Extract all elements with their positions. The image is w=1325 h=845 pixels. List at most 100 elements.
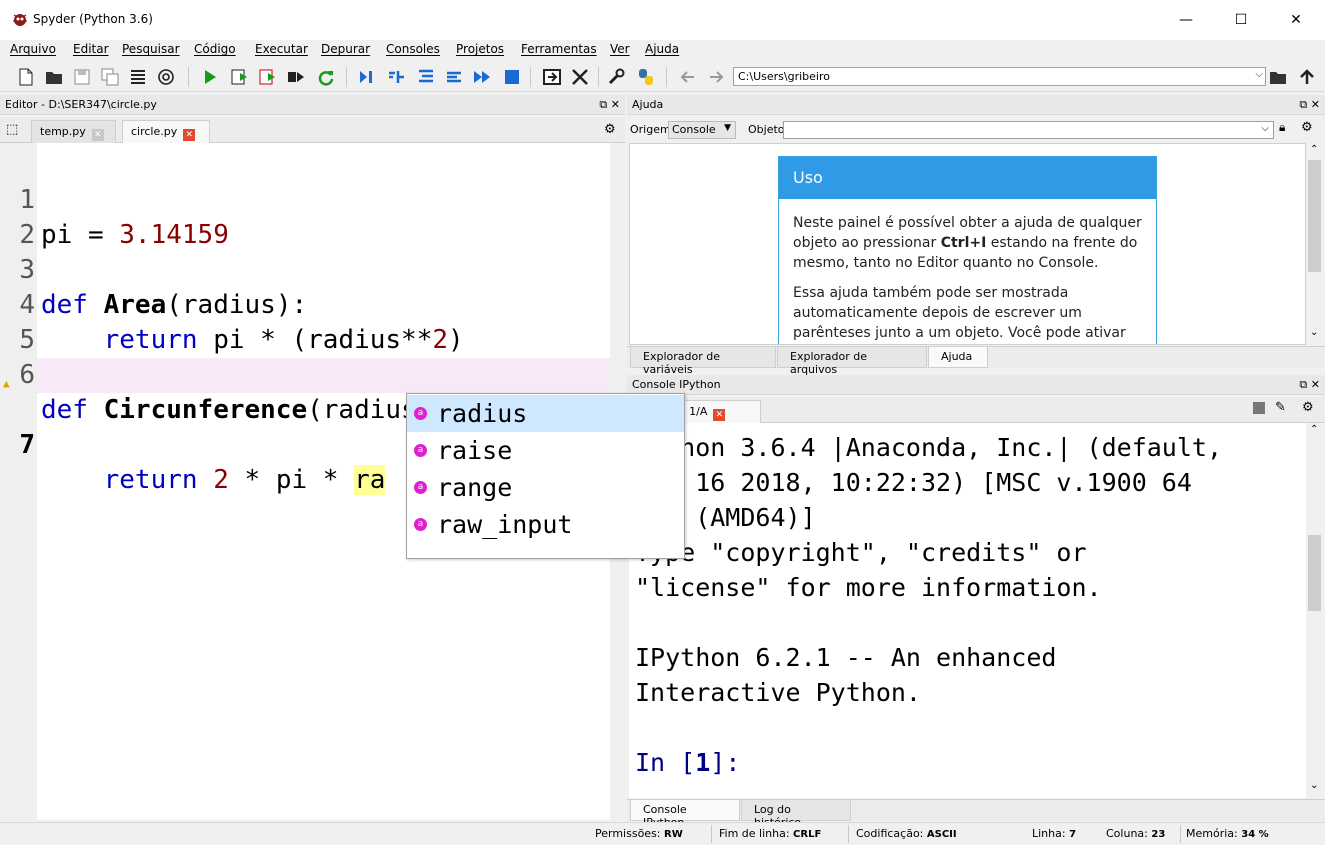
run-selection-icon[interactable]: [286, 67, 306, 87]
origin-select[interactable]: Console ▼: [668, 121, 736, 139]
console-panel-title: Console IPython ⧉ ✕: [627, 375, 1325, 395]
completion-item[interactable]: a radius: [407, 395, 684, 432]
scroll-down-icon[interactable]: ⌄: [1310, 780, 1318, 791]
spyder-logo-icon: [12, 12, 28, 28]
console-scroll-thumb[interactable]: [1308, 535, 1321, 611]
completion-item[interactable]: a raw_input: [407, 506, 684, 543]
completion-item[interactable]: a raise: [407, 432, 684, 469]
attribute-icon: a: [414, 518, 427, 531]
debug-icon[interactable]: [356, 67, 376, 87]
eraser-icon[interactable]: ✎: [1275, 400, 1286, 415]
console-prompt[interactable]: In [1]:: [635, 745, 740, 780]
help-undock-close-icon[interactable]: ⧉ ✕: [1299, 98, 1320, 112]
step-return-icon[interactable]: [444, 67, 464, 87]
tab-variable-explorer[interactable]: Explorador de variáveis: [630, 347, 776, 376]
spyder-window: Spyder (Python 3.6) — ☐ ✕ Arquivo Editar…: [0, 0, 1325, 845]
new-file-icon[interactable]: [16, 67, 36, 87]
run-cell-icon[interactable]: [230, 67, 250, 87]
attribute-icon: a: [414, 444, 427, 457]
gear-icon[interactable]: ⚙: [1301, 120, 1313, 135]
menu-consoles[interactable]: Consoles: [386, 42, 440, 56]
working-directory-combobox[interactable]: C:\Users\gribeiro ⌵: [733, 67, 1266, 86]
console-line: Type "copyright", "credits" or: [635, 538, 1087, 567]
code-line-6: 6 def Circunference(radius):: [19, 360, 449, 425]
open-file-icon[interactable]: [44, 67, 64, 87]
tab-file-explorer[interactable]: Explorador de arquivos: [777, 347, 927, 376]
code-line-4: 4 return pi * (radius**2): [19, 290, 464, 355]
ipython-console[interactable]: Python 3.6.4 |Anaconda, Inc.| (default, …: [629, 423, 1306, 798]
close-window-button[interactable]: ✕: [1276, 8, 1316, 32]
tab-help[interactable]: Ajuda: [928, 347, 988, 368]
code-line-7: ▲ 7 return 2 * pi * ra: [0, 358, 610, 495]
editor-undock-close-icon[interactable]: ⧉ ✕: [599, 98, 620, 112]
menu-arquivo[interactable]: Arquivo: [10, 42, 56, 56]
object-input[interactable]: ⌵: [783, 121, 1274, 139]
menu-editar[interactable]: Editar: [73, 42, 109, 56]
warning-icon[interactable]: ▲: [3, 366, 10, 401]
menu-ver[interactable]: Ver: [610, 42, 630, 56]
usage-paragraph-1: Neste painel é possível obter a ajuda de…: [793, 215, 1142, 271]
console-undock-close-icon[interactable]: ⧉ ✕: [1299, 378, 1320, 392]
console-scrollbar[interactable]: ⌃ ⌄: [1306, 423, 1323, 798]
status-bar: Permissões: RW Fim de linha: CRLF Codifi…: [0, 822, 1325, 845]
stop-icon[interactable]: [502, 67, 522, 87]
eol-status: Fim de linha: CRLF: [719, 827, 822, 840]
close-tab-icon[interactable]: ✕: [183, 129, 196, 141]
step-icon[interactable]: [386, 67, 406, 87]
lock-icon[interactable]: 🔒︎: [1279, 120, 1285, 135]
chevron-down-icon[interactable]: ⌵: [1261, 123, 1269, 134]
menu-executar[interactable]: Executar: [255, 42, 308, 56]
preferences-wrench-icon[interactable]: [606, 67, 626, 87]
step-into-icon[interactable]: [416, 67, 436, 87]
tab-temp-py[interactable]: temp.py ✕: [31, 120, 116, 143]
console-line: Jan 16 2018, 10:22:32) [MSC v.1900 64: [635, 468, 1192, 497]
help-panel-title: Ajuda ⧉ ✕: [627, 95, 1325, 115]
completion-item[interactable]: a range: [407, 469, 684, 506]
menu-depurar[interactable]: Depurar: [321, 42, 370, 56]
tab-console-ipython[interactable]: Console IPython: [630, 800, 740, 829]
continue-icon[interactable]: [472, 67, 492, 87]
run-icon[interactable]: [200, 67, 220, 87]
back-arrow-icon[interactable]: [678, 67, 698, 87]
maximize-pane-icon[interactable]: [542, 67, 562, 87]
menu-projetos[interactable]: Projetos: [456, 42, 504, 56]
scroll-up-icon[interactable]: ⌃: [1310, 424, 1318, 435]
save-all-icon[interactable]: [100, 67, 120, 87]
line-status: Linha: 7: [1032, 827, 1077, 840]
help-scroll-thumb[interactable]: [1308, 160, 1321, 272]
gear-icon[interactable]: ⚙: [604, 122, 616, 137]
tab-circle-py[interactable]: circle.py ✕: [122, 120, 210, 143]
fullscreen-icon[interactable]: [570, 67, 590, 87]
menu-bar: Arquivo Editar Pesquisar Código Executar…: [0, 40, 1325, 60]
chevron-down-icon[interactable]: ⌵: [1255, 69, 1263, 80]
python-path-icon[interactable]: [636, 67, 656, 87]
menu-pesquisar[interactable]: Pesquisar: [122, 42, 180, 56]
stop-console-icon[interactable]: [1253, 402, 1265, 414]
menu-ferramentas[interactable]: Ferramentas: [521, 42, 597, 56]
at-sign-icon[interactable]: [156, 67, 176, 87]
browse-tabs-icon[interactable]: ⬚: [6, 122, 18, 137]
column-status: Coluna: 23: [1106, 827, 1166, 840]
help-scrollbar[interactable]: ⌃ ⌄: [1306, 143, 1323, 345]
minimize-button[interactable]: —: [1166, 8, 1206, 32]
tab-history-log[interactable]: Log do histórico: [741, 800, 851, 829]
run-cell-advance-icon[interactable]: [258, 67, 278, 87]
save-icon[interactable]: [72, 67, 92, 87]
gear-icon[interactable]: ⚙: [1302, 400, 1314, 415]
working-directory-path: C:\Users\gribeiro: [738, 70, 830, 83]
menu-ajuda[interactable]: Ajuda: [645, 42, 679, 56]
parent-dir-arrow-icon[interactable]: [1297, 67, 1317, 87]
rerun-icon[interactable]: [316, 67, 336, 87]
scroll-down-icon[interactable]: ⌄: [1310, 327, 1318, 338]
close-tab-icon[interactable]: ✕: [91, 129, 104, 141]
menu-codigo[interactable]: Código: [194, 42, 236, 56]
list-icon[interactable]: [128, 67, 148, 87]
maximize-button[interactable]: ☐: [1221, 8, 1261, 32]
close-tab-icon[interactable]: ✕: [713, 409, 726, 421]
browse-folder-icon[interactable]: [1268, 67, 1288, 87]
forward-arrow-icon[interactable]: [706, 67, 726, 87]
scroll-up-icon[interactable]: ⌃: [1310, 144, 1318, 155]
chevron-down-icon[interactable]: ▼: [724, 123, 731, 133]
autocomplete-popup: a radius a raise a range a raw_input: [406, 393, 685, 559]
console-line: "license" for more information.: [635, 573, 1102, 602]
